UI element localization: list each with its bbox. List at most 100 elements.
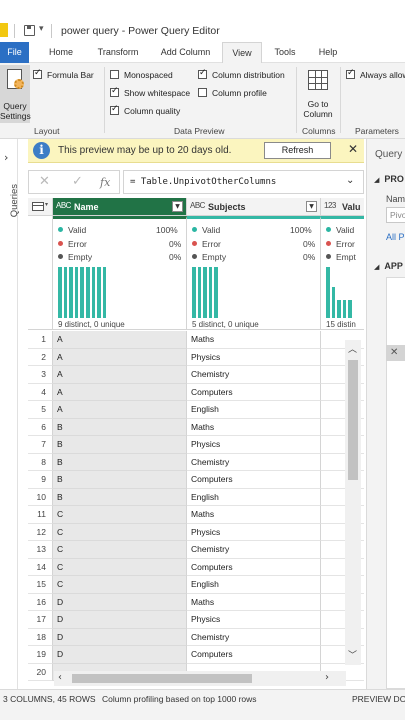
filter-dropdown-icon[interactable]: ▼	[306, 201, 317, 212]
table-row[interactable]: 11 C Maths	[28, 506, 364, 524]
table-row[interactable]: 10 B English	[28, 488, 364, 506]
cell-name[interactable]: A	[53, 383, 187, 401]
applied-steps-section-header[interactable]: ◢ APP	[374, 261, 403, 271]
go-to-column-button[interactable]: Go to Column	[300, 65, 336, 123]
monospaced-checkbox[interactable]: Monospaced	[110, 70, 173, 80]
cell-subject[interactable]: Computers	[187, 383, 321, 401]
cell-subject[interactable]: Computers	[187, 471, 321, 489]
distribution-bar[interactable]	[102, 267, 107, 318]
table-row[interactable]: 9 B Computers	[28, 471, 364, 489]
distribution-bar[interactable]	[86, 267, 90, 318]
row-number[interactable]: 15	[28, 576, 53, 594]
row-number[interactable]: 18	[28, 628, 53, 646]
cell-name[interactable]: C	[53, 506, 187, 524]
formula-bar-checkbox[interactable]: Formula Bar	[33, 68, 94, 80]
table-row[interactable]: 12 C Physics	[28, 523, 364, 541]
scroll-right-icon[interactable]: ›	[325, 672, 329, 683]
row-number[interactable]: 9	[28, 471, 53, 489]
refresh-button[interactable]: Refresh	[264, 142, 331, 159]
cell-subject[interactable]: Chemistry	[187, 628, 321, 646]
cell-name[interactable]: C	[53, 558, 187, 576]
scroll-down-icon[interactable]: ﹀	[348, 648, 357, 661]
vertical-scroll-thumb[interactable]	[348, 360, 358, 480]
cell-subject[interactable]: Maths	[187, 593, 321, 611]
table-row[interactable]: 6 B Maths	[28, 418, 364, 436]
query-name-input[interactable]: Pivo	[386, 207, 405, 223]
cell-name[interactable]: D	[53, 628, 187, 646]
row-number[interactable]: 1	[28, 331, 53, 349]
row-number[interactable]: 8	[28, 453, 53, 471]
cell-subject[interactable]: Physics	[187, 348, 321, 366]
cell-subject[interactable]: Maths	[187, 418, 321, 436]
distribution-bar[interactable]	[197, 267, 202, 318]
status-profiling[interactable]: Column profiling based on top 1000 rows	[102, 694, 257, 704]
distribution-bar[interactable]	[192, 267, 196, 318]
table-row[interactable]: 7 B Physics	[28, 436, 364, 454]
tab-transform[interactable]: Transform	[90, 42, 146, 63]
cell-subject[interactable]: English	[187, 576, 321, 594]
distribution-bar[interactable]	[91, 267, 96, 318]
table-row[interactable]: 13 C Chemistry	[28, 541, 364, 559]
row-number[interactable]: 12	[28, 523, 53, 541]
distribution-bar[interactable]	[80, 267, 84, 318]
tab-add-column[interactable]: Add Column	[153, 42, 218, 63]
cell-name[interactable]: C	[53, 541, 187, 559]
cell-name[interactable]: B	[53, 488, 187, 506]
row-number[interactable]: 19	[28, 646, 53, 664]
row-number[interactable]: 3	[28, 366, 53, 384]
cell-name[interactable]: B	[53, 471, 187, 489]
table-row[interactable]: 3 A Chemistry	[28, 366, 364, 384]
cell-name[interactable]: D	[53, 593, 187, 611]
cancel-formula-icon[interactable]: ✕	[39, 174, 50, 189]
horizontal-scrollbar[interactable]: ‹ ›	[54, 671, 346, 686]
table-row[interactable]: 8 B Chemistry	[28, 453, 364, 471]
column-header-subjects[interactable]: ABC Subjects ▼	[187, 198, 321, 216]
distribution-bar[interactable]	[97, 267, 101, 318]
cell-name[interactable]: A	[53, 401, 187, 419]
column-header-name[interactable]: ABC Name ▼	[53, 198, 187, 216]
collapse-triangle-icon[interactable]: ◢	[374, 263, 379, 271]
distribution-bar[interactable]	[342, 300, 347, 318]
row-number[interactable]: 6	[28, 418, 53, 436]
table-row[interactable]: 2 A Physics	[28, 348, 364, 366]
cell-subject[interactable]: English	[187, 401, 321, 419]
cell-subject[interactable]: Chemistry	[187, 541, 321, 559]
table-row[interactable]: 15 C English	[28, 576, 364, 594]
row-number[interactable]: 17	[28, 611, 53, 629]
cell-name[interactable]: A	[53, 348, 187, 366]
horizontal-scroll-thumb[interactable]	[72, 674, 252, 683]
row-number[interactable]: 4	[28, 383, 53, 401]
column-header-value[interactable]: 123 Valu	[321, 198, 364, 216]
expand-queries-chevron-icon[interactable]: ›	[4, 151, 8, 164]
row-number[interactable]: 20	[28, 663, 53, 681]
row-number[interactable]: 13	[28, 541, 53, 559]
cell-name[interactable]: C	[53, 576, 187, 594]
delete-step-icon[interactable]: ✕	[390, 347, 398, 358]
cell-name[interactable]: B	[53, 453, 187, 471]
distribution-bar[interactable]	[326, 267, 330, 318]
formula-input[interactable]: = Table.UnpivotOtherColumns ⌄	[123, 170, 364, 194]
column-distribution-checkbox[interactable]: Column distribution	[198, 68, 285, 80]
close-icon[interactable]: ✕	[348, 142, 358, 156]
cell-name[interactable]: C	[53, 523, 187, 541]
cell-subject[interactable]: Computers	[187, 558, 321, 576]
text-type-icon[interactable]: ABC	[56, 201, 71, 210]
cell-subject[interactable]: Chemistry	[187, 453, 321, 471]
cell-subject[interactable]: Maths	[187, 506, 321, 524]
tab-help[interactable]: Help	[310, 42, 346, 63]
filter-dropdown-icon[interactable]: ▼	[172, 201, 183, 212]
distribution-bar[interactable]	[337, 300, 341, 318]
cell-subject[interactable]: Maths	[187, 331, 321, 349]
cell-subject[interactable]: Physics	[187, 436, 321, 454]
tab-home[interactable]: Home	[38, 42, 84, 63]
cell-name[interactable]: A	[53, 331, 187, 349]
text-type-icon[interactable]: ABC	[190, 201, 205, 210]
table-row[interactable]: 19 D Computers	[28, 646, 364, 664]
show-whitespace-checkbox[interactable]: Show whitespace	[110, 86, 190, 98]
always-allow-checkbox[interactable]: Always allow	[346, 68, 405, 80]
distribution-bar[interactable]	[69, 267, 73, 318]
cell-subject[interactable]: Chemistry	[187, 366, 321, 384]
queries-pane[interactable]: › Queries	[0, 139, 20, 689]
column-profile-checkbox[interactable]: Column profile	[198, 88, 267, 98]
cell-subject[interactable]: Computers	[187, 646, 321, 664]
